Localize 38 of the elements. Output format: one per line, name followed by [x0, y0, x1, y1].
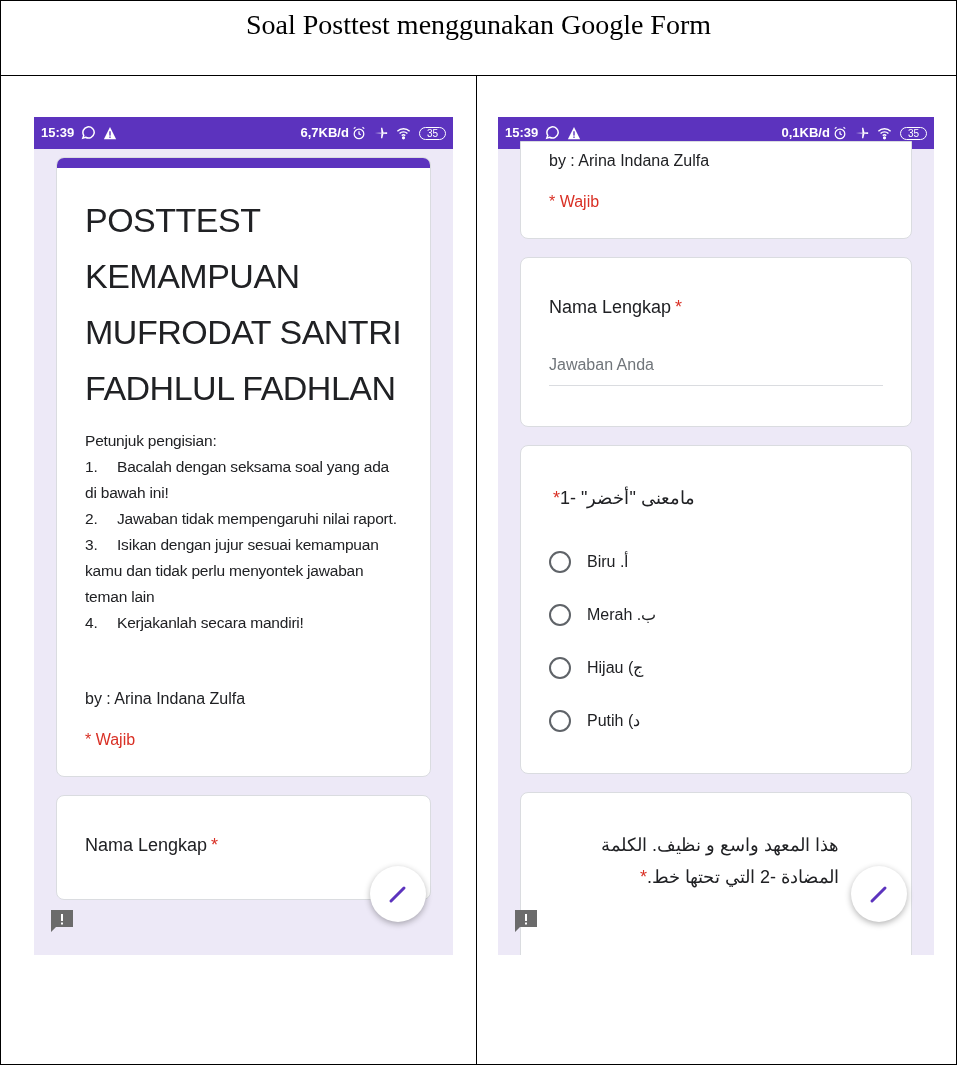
option-label[interactable]: أ. Biru [587, 550, 629, 574]
form-title: POSTTEST KEMAMPUAN MUFRODAT SANTRI FADHLUL FADHLAN [85, 200, 402, 409]
wifi-icon [876, 126, 892, 140]
network-speed: 6,7KB/d [300, 124, 349, 143]
warning-icon [567, 126, 582, 140]
form-author: by : Arina Indana Zulfa [549, 151, 710, 171]
status-time: 15:39 [505, 124, 539, 143]
status-time: 15:39 [41, 124, 75, 143]
required-note: * Wajib [549, 192, 600, 212]
chat-bubble-icon [80, 125, 96, 141]
question-label: مامعنى "أخضر" -1* [552, 485, 695, 511]
radio-button[interactable] [549, 710, 571, 732]
instruction-text: 3. Isikan dengan jujur sesuai kemampuan kamu dan tidak perlu menyontek jawaban teman lain [85, 535, 380, 607]
alarm-clock-icon [351, 126, 366, 140]
radio-button[interactable] [549, 657, 571, 679]
question-label: Nama Lengkap * [549, 296, 683, 319]
edit-button[interactable] [370, 866, 426, 922]
radio-button[interactable] [549, 604, 571, 626]
instruction-text: 1. Bacalah dengan seksama soal yang ada di bawah ini! [85, 457, 390, 503]
option-label[interactable]: ب. Merah [587, 603, 657, 627]
document-title: Soal Posttest menggunakan Google Form [245, 8, 712, 42]
form-author: by : Arina Indana Zulfa [85, 689, 246, 709]
instruction-text: 2. Jawaban tidak mempengaruhi nilai raport. [85, 509, 398, 529]
wifi-icon [395, 126, 411, 140]
option-label[interactable]: د) Putih [587, 709, 641, 733]
feedback-icon [50, 909, 74, 933]
option-label[interactable]: ج) Hijau [587, 656, 644, 680]
network-speed: 0,1KB/d [781, 124, 830, 143]
required-note: * Wajib [85, 730, 136, 750]
question-label: هذا المعهد واسع و نظيف. الكلمة المضادة -2 التي تحتها خط.* [600, 834, 839, 890]
radio-button[interactable] [549, 551, 571, 573]
instruction-text: 4. Kerjakanlah secara mandiri! [85, 613, 305, 633]
chat-bubble-icon [544, 125, 560, 141]
instruction-heading: Petunjuk pengisian: [85, 431, 218, 451]
answer-field[interactable]: Jawaban Anda [549, 353, 883, 386]
warning-icon [103, 126, 118, 140]
question-label: Nama Lengkap * [85, 834, 219, 857]
alarm-clock-icon [832, 126, 847, 140]
